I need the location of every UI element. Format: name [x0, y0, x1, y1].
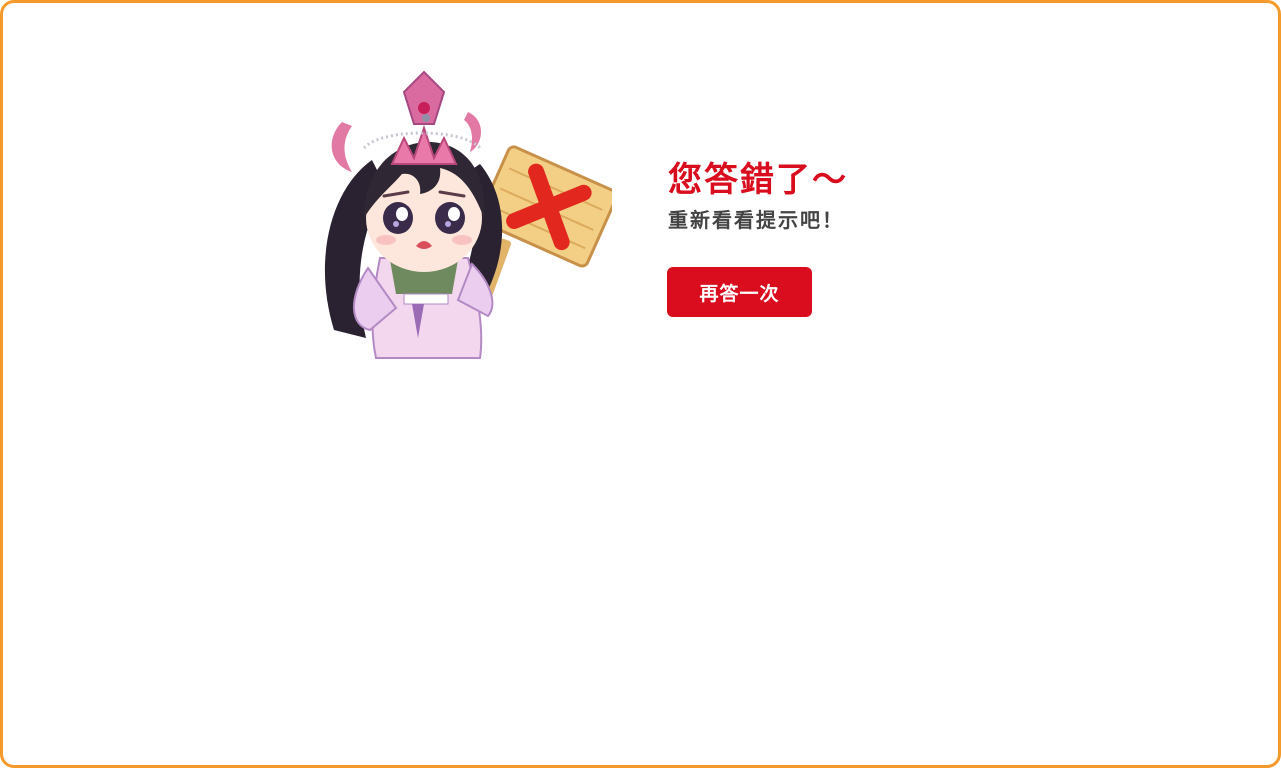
hint-subtitle: 重新看看提示吧！: [668, 208, 844, 232]
retry-button[interactable]: 再答一次: [667, 267, 812, 317]
wrong-answer-title: 您答錯了～: [668, 160, 848, 200]
wrong-answer-mascot-icon: [324, 70, 612, 359]
result-message: 您答錯了～ 重新看看提示吧！: [668, 160, 848, 234]
result-dialog-frame: [0, 0, 1281, 768]
